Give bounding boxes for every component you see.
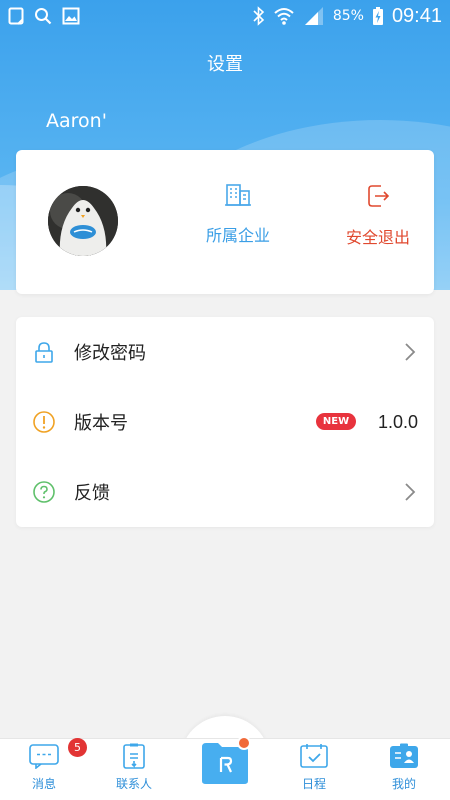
menu-item-label: 版本号 [74, 413, 128, 434]
username: Aaron' [46, 110, 107, 132]
tab-label: 日程 [301, 777, 326, 791]
clock: 09:41 [391, 4, 442, 27]
page-title: 设置 [207, 54, 243, 75]
signal-icon [304, 7, 323, 25]
bluetooth-icon [253, 6, 264, 26]
calendar-icon [300, 744, 328, 768]
tab-label: 我的 [391, 777, 416, 791]
logout-button[interactable]: 安全退出 [328, 182, 428, 248]
notification-icon [8, 7, 24, 25]
search-icon [35, 8, 52, 25]
tab-label: 联系人 [115, 777, 152, 791]
tab-mine[interactable]: 我的 [364, 743, 444, 792]
notification-dot [237, 736, 251, 750]
chevron-right-icon [405, 483, 416, 501]
profile-card: 所属企业 安全退出 [16, 150, 434, 294]
building-icon [225, 184, 251, 206]
company-button[interactable]: 所属企业 [188, 182, 288, 246]
avatar[interactable] [48, 186, 118, 256]
battery-percentage: 85% [332, 8, 364, 24]
logout-icon [368, 185, 390, 207]
chevron-right-icon [405, 343, 416, 361]
version-value: 1.0.0 [377, 411, 418, 432]
status-bar: 85% 09:41 [0, 0, 450, 32]
menu-item-version: 版本号 NEW 1.0.0 [16, 387, 434, 457]
settings-menu: 修改密码 版本号 NEW 1.0.0 反馈 [16, 317, 434, 527]
menu-item-feedback[interactable]: 反馈 [16, 457, 434, 527]
menu-item-change-password[interactable]: 修改密码 [16, 317, 434, 387]
new-badge: NEW [316, 413, 356, 430]
info-icon [33, 411, 55, 433]
tab-contacts[interactable]: 联系人 [94, 743, 174, 792]
tab-schedule[interactable]: 日程 [274, 743, 354, 792]
menu-item-label: 修改密码 [74, 343, 146, 364]
menu-item-label: 反馈 [74, 483, 110, 504]
contacts-icon [123, 743, 145, 769]
avatar-image [48, 186, 118, 256]
company-label: 所属企业 [205, 226, 270, 245]
logout-label: 安全退出 [345, 228, 410, 247]
tab-label: 消息 [31, 777, 56, 791]
lock-icon [35, 342, 53, 363]
message-icon [29, 744, 59, 770]
image-icon [62, 7, 80, 25]
battery-icon [372, 7, 383, 25]
message-count-badge: 5 [68, 738, 87, 757]
wifi-icon [274, 8, 294, 25]
help-icon [33, 481, 55, 503]
profile-card-icon [390, 743, 418, 768]
